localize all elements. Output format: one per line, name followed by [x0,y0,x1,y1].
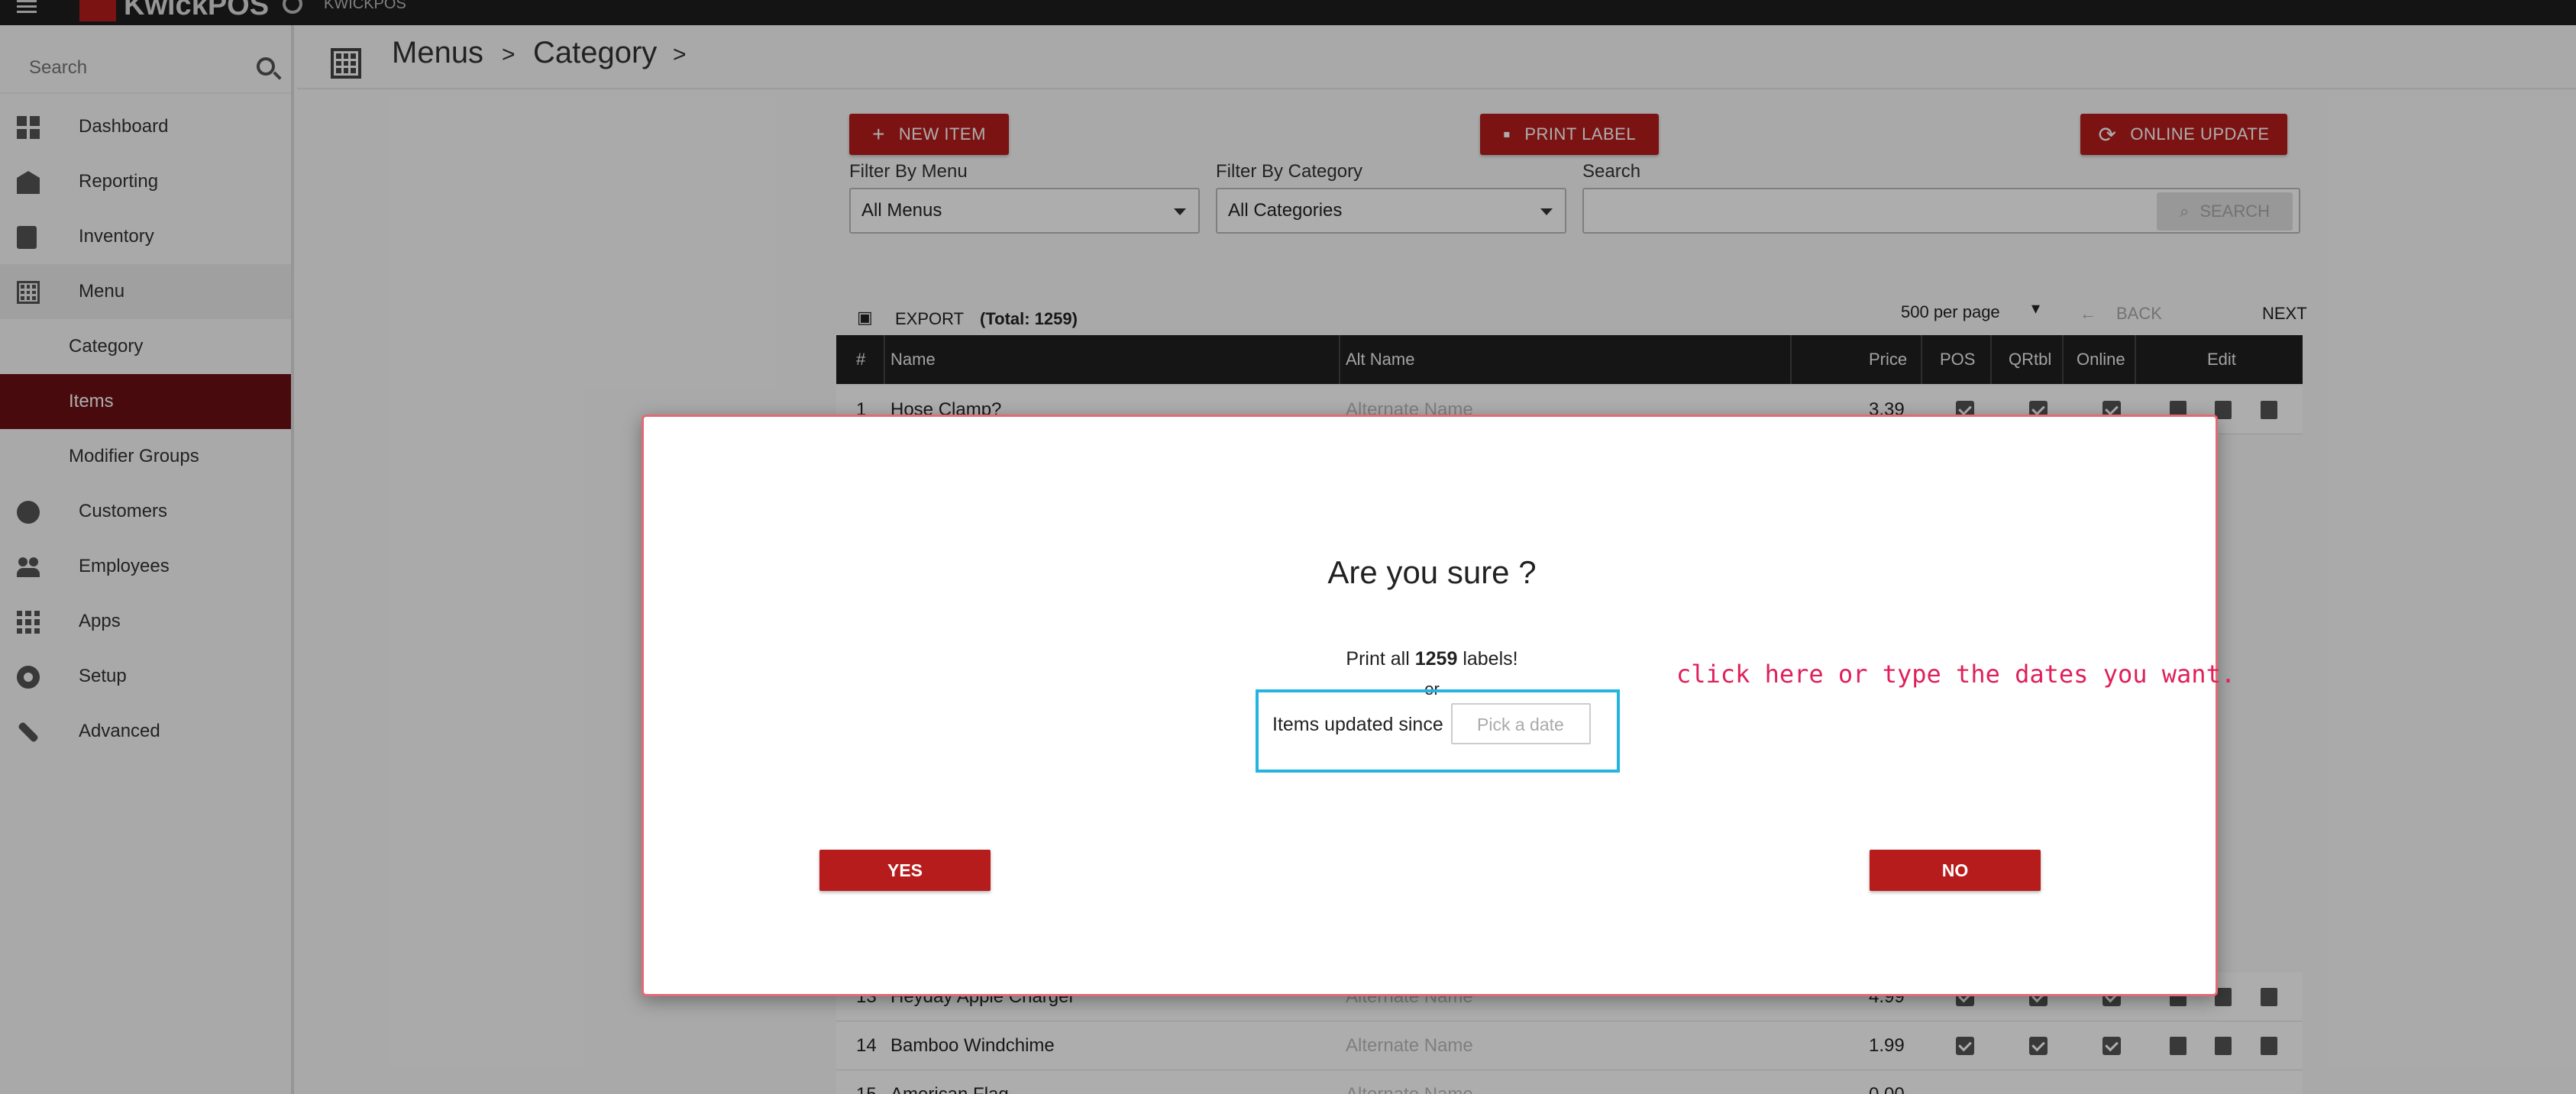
yes-button[interactable]: YES [819,850,991,891]
date-picker-input[interactable]: Pick a date [1451,703,1591,744]
confirm-print-dialog: Are you sure ? Print all 1259 labels! or… [642,415,2235,996]
items-updated-since-label: Items updated since [1272,714,1443,735]
label-count: 1259 [1414,648,1458,670]
no-button[interactable]: NO [1870,850,2041,891]
dialog-title: Are you sure ? [1327,554,1537,590]
annotation-note: click here or type the dates you want. [1676,660,2236,689]
